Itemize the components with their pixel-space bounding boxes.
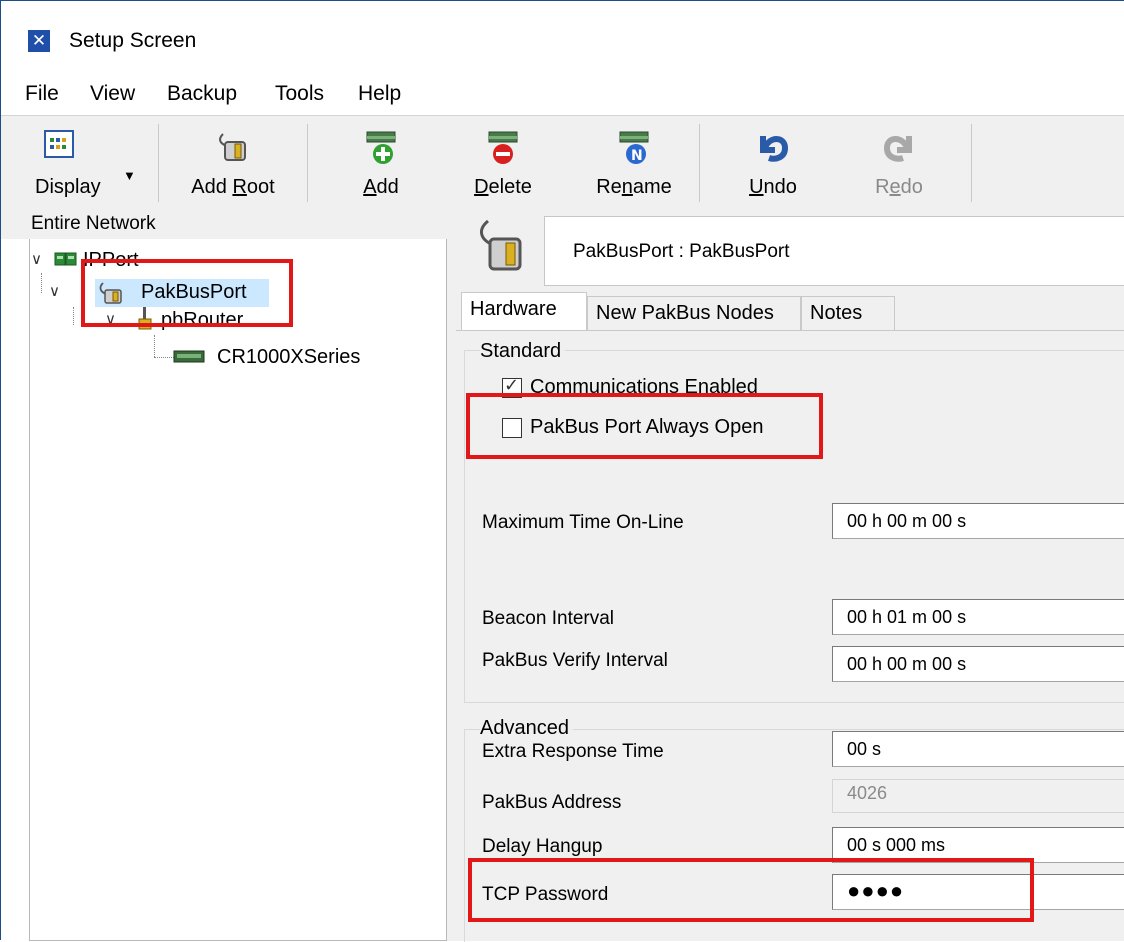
rename-button[interactable]: N Rename [577, 116, 691, 210]
tree-node-label: pbRouter [161, 309, 244, 331]
delete-label: Delete [474, 176, 532, 198]
redo-button: Redo [847, 116, 951, 210]
extra-response-label: Extra Response Time [482, 741, 664, 762]
serial-port-icon [219, 133, 246, 161]
extra-response-field[interactable]: 00 s [832, 731, 1124, 767]
router-icon [138, 307, 152, 330]
group-border [464, 350, 465, 702]
redo-label: Redo [875, 176, 923, 198]
menu-view[interactable]: View [90, 82, 135, 106]
pakbus-address-label: PakBus Address [482, 792, 622, 813]
tree-connector [154, 357, 174, 358]
toolbar-separator [307, 124, 308, 202]
delay-hangup-field[interactable]: 00 s 000 ms [832, 827, 1124, 863]
tree-node-cr1000xseries[interactable]: CR1000XSeries [173, 344, 393, 372]
setup-window: ✕ Setup Screen File View Backup Tools He… [0, 0, 1124, 942]
device-header: PakBusPort : PakBusPort [544, 216, 1124, 286]
tcp-password-label: TCP Password [482, 884, 609, 905]
max-time-field[interactable]: 00 h 00 m 00 s [832, 503, 1124, 539]
display-label: Display [35, 176, 101, 198]
chevron-down-icon[interactable]: ∨ [49, 282, 60, 300]
undo-icon [760, 136, 789, 162]
menu-file[interactable]: File [25, 82, 59, 106]
pakbus-address-field: 4026 [832, 779, 1124, 813]
menu-bar: File View Backup Tools Help [1, 71, 1124, 115]
toolbar-separator [699, 124, 700, 202]
tree-node-label: PakBusPort [141, 281, 247, 303]
display-grid-icon [44, 130, 74, 158]
checkbox-label: Communications Enabled [530, 376, 758, 398]
advanced-group-title: Advanced [480, 717, 573, 740]
tcp-password-field[interactable]: ●●●● [832, 874, 1124, 910]
delete-device-icon [488, 131, 518, 164]
rename-device-icon: N [619, 131, 649, 164]
serial-port-icon [479, 219, 522, 271]
menu-backup[interactable]: Backup [167, 82, 237, 106]
svg-text:N: N [631, 148, 643, 164]
tab-new-pakbus-nodes[interactable]: New PakBus Nodes [587, 296, 801, 330]
delete-button[interactable]: Delete [453, 116, 553, 210]
standard-group-title: Standard [480, 340, 566, 363]
add-device-icon [366, 131, 396, 164]
tree-node-label: IPPort [83, 249, 139, 271]
delay-hangup-label: Delay Hangup [482, 836, 603, 857]
tree-connector [41, 273, 42, 293]
add-label: Add [363, 176, 399, 198]
tree-node-pakbusport[interactable]: ∨ PakBusPort [49, 279, 269, 307]
tree-connector [73, 307, 74, 325]
toolbar-separator [158, 124, 159, 202]
tree-node-pbrouter[interactable]: ∨ pbRouter [105, 307, 325, 335]
tree-node-ipport[interactable]: ∨ IPPort [31, 247, 231, 275]
serial-port-icon [99, 282, 122, 304]
menu-tools[interactable]: Tools [275, 82, 324, 106]
verify-interval-label: PakBus Verify Interval [482, 650, 668, 671]
menu-help[interactable]: Help [358, 82, 401, 106]
group-border [464, 702, 1124, 703]
tree-header: Entire Network [1, 211, 456, 239]
display-button[interactable]: Display [21, 116, 127, 210]
verify-interval-field[interactable]: 00 h 00 m 00 s [832, 646, 1124, 682]
redo-icon [883, 136, 912, 162]
tree-node-label: CR1000XSeries [217, 346, 361, 368]
pakbus-always-open-checkbox[interactable]: PakBus Port Always Open [502, 416, 832, 442]
properties-pane: PakBusPort : PakBusPort Hardware New Pak… [456, 211, 1124, 942]
checkbox-box: ✓ [502, 375, 522, 398]
device-title: PakBusPort : PakBusPort [573, 241, 790, 262]
add-button[interactable]: Add [331, 116, 431, 210]
checkmark-icon: ✓ [504, 375, 520, 395]
app-icon: ✕ [28, 30, 50, 52]
hardware-tab-body: Standard ✓ Communications Enabled PakBus… [456, 330, 1124, 942]
beacon-interval-label: Beacon Interval [482, 608, 615, 629]
tree-connector [154, 335, 155, 357]
toolbar-separator [971, 124, 972, 202]
add-root-button[interactable]: Add Root [171, 116, 295, 210]
chevron-down-icon[interactable]: ∨ [105, 310, 116, 328]
group-border [464, 729, 465, 942]
toolbar: Display ▼ Add Root Add Delete N Rename U… [1, 115, 1124, 211]
chevron-down-icon[interactable]: ∨ [31, 250, 42, 268]
checkbox-box [502, 418, 522, 438]
network-tree-pane: Entire Network ∨ IPPort ∨ PakBusPort ∨ p… [1, 211, 456, 941]
rename-label: Rename [596, 176, 672, 198]
undo-label: Undo [749, 176, 797, 198]
tab-hardware[interactable]: Hardware [461, 292, 587, 331]
undo-button[interactable]: Undo [721, 116, 825, 210]
title-bar: ✕ Setup Screen [1, 1, 1124, 71]
max-time-label: Maximum Time On-Line [482, 512, 684, 533]
add-root-label: Add Root [191, 176, 275, 198]
tab-notes[interactable]: Notes [801, 296, 895, 330]
window-title: Setup Screen [69, 29, 197, 52]
datalogger-icon [173, 350, 205, 363]
tab-bar: Hardware New PakBus Nodes Notes [456, 291, 1124, 331]
communications-enabled-checkbox[interactable]: ✓ Communications Enabled [502, 375, 832, 402]
beacon-interval-field[interactable]: 00 h 01 m 00 s [832, 599, 1124, 635]
ip-port-icon [54, 252, 77, 266]
checkbox-label: PakBus Port Always Open [530, 416, 764, 438]
dropdown-arrow-icon[interactable]: ▼ [123, 168, 136, 183]
